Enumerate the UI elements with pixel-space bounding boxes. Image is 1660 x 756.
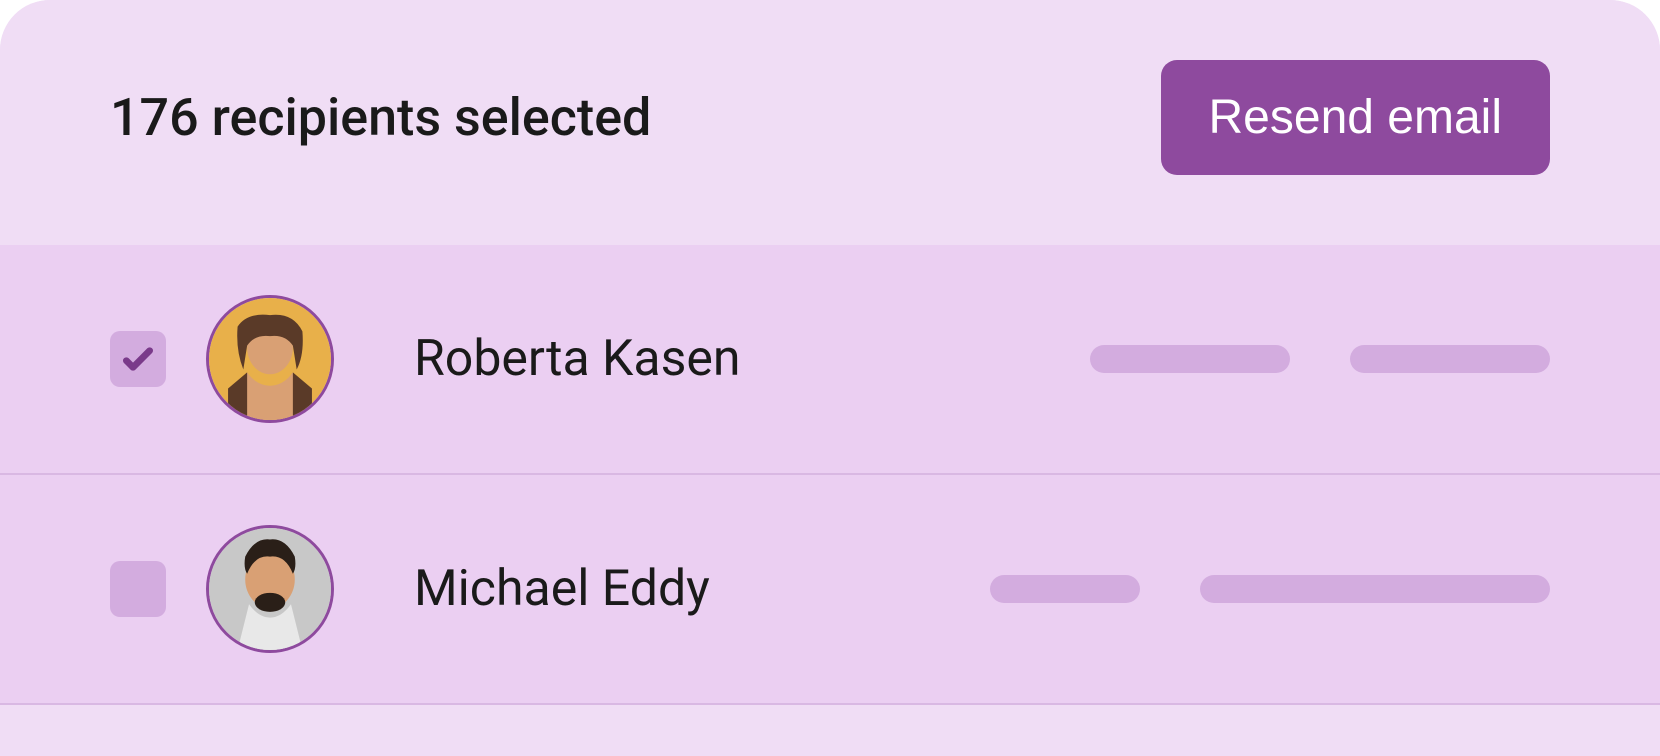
avatar xyxy=(206,525,334,653)
placeholder-bar xyxy=(990,575,1140,603)
recipient-name: Michael Eddy xyxy=(414,560,894,618)
recipient-name: Roberta Kasen xyxy=(414,330,894,388)
check-icon xyxy=(118,339,158,379)
recipient-row[interactable]: Roberta Kasen xyxy=(0,245,1660,475)
recipients-panel: 176 recipients selected Resend email xyxy=(0,0,1660,756)
panel-header: 176 recipients selected Resend email xyxy=(0,0,1660,245)
selection-count-title: 176 recipients selected xyxy=(110,87,651,148)
resend-email-button[interactable]: Resend email xyxy=(1161,60,1550,175)
placeholder-bar xyxy=(1090,345,1290,373)
recipient-checkbox[interactable] xyxy=(110,561,166,617)
placeholder-bar xyxy=(1200,575,1550,603)
recipient-checkbox[interactable] xyxy=(110,331,166,387)
placeholder-bar xyxy=(1350,345,1550,373)
placeholder-group xyxy=(934,575,1550,603)
avatar xyxy=(206,295,334,423)
recipient-row[interactable]: Michael Eddy xyxy=(0,475,1660,705)
recipients-list: Roberta Kasen Michael Eddy xyxy=(0,245,1660,705)
placeholder-group xyxy=(934,345,1550,373)
